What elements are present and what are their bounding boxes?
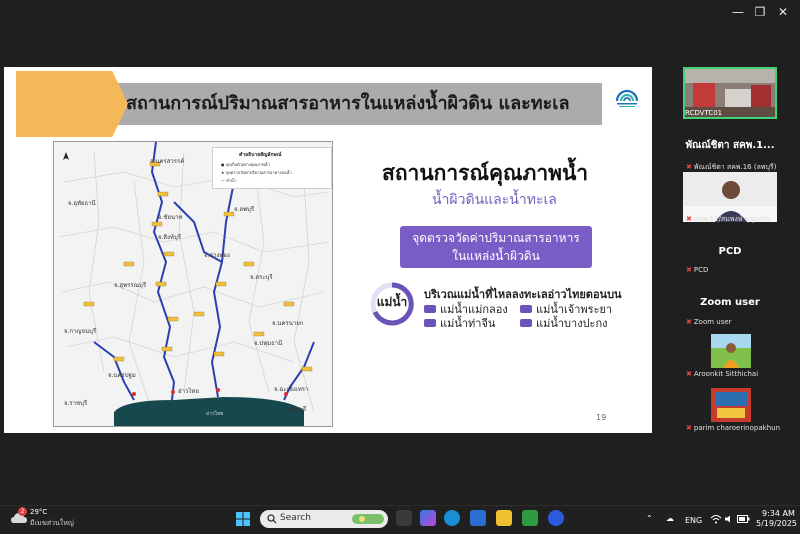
highlight-line-2: ในแหล่งน้ำผิวดิน (452, 249, 540, 263)
participant-subname-text: parim charoerinopakhun (693, 424, 780, 432)
tray-chevron-icon[interactable]: ⌃ (646, 514, 653, 523)
province-label: จ.สระบุรี (250, 274, 273, 281)
search-placeholder: Search (280, 513, 311, 523)
province-label: จ.อ่างทอง (204, 252, 230, 259)
participant-name: PCD (718, 246, 742, 257)
participant-subname-text: Zoom user (693, 318, 732, 326)
river-item: แม่น้ำบางปะกง (520, 314, 608, 332)
banner-arrow (16, 71, 128, 137)
clock-date[interactable]: 5/19/2025 (756, 519, 797, 528)
participant-subname: ✖ พัณณ์ชิตา สคพ.16 (ลพบุรี) (686, 162, 780, 173)
legend-label: จุดเก็บตัวอย่างคุณภาพน้ำ (225, 162, 270, 167)
province-label: จ.สิงห์บุรี (158, 234, 182, 241)
province-label: จ.นครสวรรค์ (150, 158, 185, 165)
participant-avatar[interactable] (711, 388, 751, 422)
close-button[interactable]: ✕ (775, 4, 791, 20)
province-label: จ.ลพบุรี (234, 206, 255, 213)
participant-name: พัณณ์ชิตา สคพ.1... (685, 140, 775, 151)
windows-start-icon[interactable] (236, 512, 250, 526)
maximize-button[interactable]: ❐ (752, 4, 768, 20)
ring-label: แม่น้ำ (376, 295, 408, 309)
page-number: 19 (596, 413, 607, 422)
sea-label: อ่าวไทย (206, 411, 224, 417)
province-label: จ.นครปฐม (108, 372, 136, 379)
province-label: จ.ชัยนาท (158, 214, 183, 221)
mic-muted-icon: ✖ (686, 370, 692, 378)
avatar-photo (711, 334, 751, 368)
mic-muted-icon: ✖ (686, 318, 692, 326)
language-indicator[interactable]: ENG (685, 516, 702, 525)
province-label: จ.นครนายก (272, 320, 304, 327)
bullet-icon (424, 319, 436, 327)
legend-label: จุดตรวจวัดค่าปริมาณสารอาหารบ่อน้ำ (225, 170, 292, 175)
participant-subname: ✖ Zoom user (686, 318, 780, 326)
participant-subname: ✖ parim charoerinopakhun (686, 424, 780, 432)
province-label: จ.ชลบุรี (286, 406, 307, 413)
highlight-line-1: จุดตรวจวัดค่าปริมาณสารอาหาร (412, 231, 580, 245)
task-view-icon[interactable] (396, 510, 412, 526)
search-icon (267, 514, 277, 524)
participant-subname-text: พัณณ์ชิตา สคพ.16 (ลพบุรี) (693, 163, 777, 171)
participant-avatar[interactable] (711, 334, 751, 368)
file-explorer-icon[interactable] (496, 510, 512, 526)
participant-subname-text: PCD (693, 266, 709, 274)
bullet-icon (520, 319, 532, 327)
province-label: จ.ฉะเชิงเทรา (274, 386, 309, 393)
minimize-button[interactable]: — (730, 4, 746, 20)
mic-muted-icon: ✖ (686, 424, 692, 432)
highlight-box: จุดตรวจวัดค่าปริมาณสารอาหาร ในแหล่งน้ำผิ… (400, 226, 592, 268)
window-titlebar (0, 0, 800, 24)
copilot-icon[interactable] (420, 510, 436, 526)
agency-logo-icon (615, 89, 639, 107)
river-label: แม่น้ำบางปะกง (536, 317, 608, 330)
tray-cloud-icon[interactable]: ☁ (666, 514, 674, 523)
slide-heading: สถานการณ์คุณภาพน้ำ (382, 161, 589, 185)
participant-name: RCDVTC01 (685, 109, 723, 117)
title-banner: สถานการณ์ปริมาณสารอาหารในแหล่งน้ำผิวดิน … (16, 71, 602, 137)
weather-badge: 2 (18, 507, 27, 516)
slide-subheading: น้ำผิวดินและน้ำทะเล (432, 192, 557, 208)
river-item: แม่น้ำท่าจีน (424, 314, 495, 332)
shared-slide: สถานการณ์ปริมาณสารอาหารในแหล่งน้ำผิวดิน … (4, 67, 652, 433)
legend-item: ★ จุดตรวจวัดค่าปริมาณสารอาหารบ่อน้ำ (221, 170, 292, 175)
mic-muted-icon: ✖ (686, 266, 692, 274)
battery-icon[interactable] (737, 515, 750, 523)
zoom-app-icon[interactable] (548, 510, 564, 526)
slide-title: สถานการณ์ปริมาณสารอาหารในแหล่งน้ำผิวดิน … (126, 93, 570, 114)
participant-subname: ✖ Aroonkit Sitthichai (686, 370, 780, 378)
province-label: จ.ปทุมธานี (254, 340, 283, 347)
participant-subname-text: สคพ.11/สมพงษ์ บุญเสริม (693, 215, 771, 223)
wifi-icon[interactable] (710, 514, 722, 524)
volume-icon[interactable] (724, 514, 734, 524)
participant-subname: ✖ สคพ.11/สมพงษ์ บุญเสริม (686, 214, 780, 225)
legend-item: — ลำน้ำ (221, 178, 236, 183)
weather-temperature[interactable]: 29°C (30, 508, 47, 516)
participant-name: Zoom user (700, 297, 760, 308)
province-label: จ.อุทัยธานี (68, 200, 96, 207)
clock-time[interactable]: 9:34 AM (762, 509, 795, 518)
edge-browser-icon[interactable] (444, 510, 460, 526)
search-highlight-icon (352, 514, 384, 524)
province-label: จ.ราชบุรี (64, 400, 88, 407)
mic-muted-icon: ✖ (686, 163, 692, 171)
participant-subname-text: Aroonkit Sitthichai (693, 370, 759, 378)
bullet-icon (424, 305, 436, 313)
avatar-photo (711, 388, 751, 422)
map-figure: คำอธิบายสัญลักษณ์ ● จุดเก็บตัวอย่างคุณภา… (53, 141, 333, 427)
store-icon[interactable] (522, 510, 538, 526)
legend-item: ● จุดเก็บตัวอย่างคุณภาพน้ำ (221, 162, 270, 167)
province-label: จ.กาญจนบุรี (64, 328, 97, 335)
province-label: อ่าวไทย (178, 388, 199, 395)
mail-icon[interactable] (470, 510, 486, 526)
weather-description[interactable]: มีเมฆส่วนใหญ่ (30, 518, 74, 529)
legend-label: ลำน้ำ (226, 178, 236, 183)
participant-subname: ✖ PCD (686, 266, 780, 274)
map-legend: คำอธิบายสัญลักษณ์ ● จุดเก็บตัวอย่างคุณภา… (212, 147, 332, 189)
province-label: จ.สุพรรณบุรี (114, 282, 147, 289)
river-label: แม่น้ำท่าจีน (440, 317, 496, 330)
mic-muted-icon: ✖ (686, 215, 692, 223)
bullet-icon (520, 305, 532, 313)
legend-title: คำอธิบายสัญลักษณ์ (239, 152, 282, 158)
